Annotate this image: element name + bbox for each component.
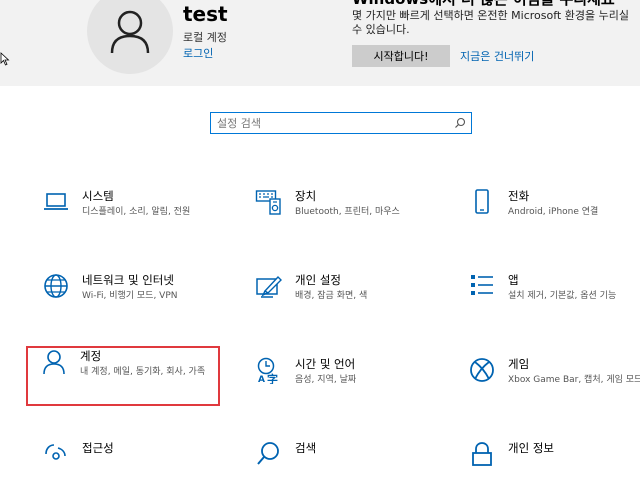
ease-of-access-icon xyxy=(45,444,66,460)
start-button[interactable]: 시작합니다! xyxy=(352,45,450,67)
person-icon xyxy=(110,10,150,54)
tile-phone[interactable]: 전화 Android, iPhone 연결 xyxy=(454,186,640,244)
person-icon xyxy=(43,350,65,375)
tile-title: 검색 xyxy=(295,441,317,455)
tile-title: 네트워크 및 인터넷 xyxy=(82,273,174,287)
personalization-icon xyxy=(256,275,282,298)
tile-privacy[interactable]: 개인 정보 xyxy=(454,438,640,496)
tile-title: 시스템 xyxy=(82,189,114,203)
tile-title: 접근성 xyxy=(82,441,114,455)
tile-title: 앱 xyxy=(508,273,519,287)
mouse-cursor-icon xyxy=(0,52,10,66)
skip-link[interactable]: 지금은 건너뛰기 xyxy=(460,48,534,64)
tile-time-language[interactable]: A 字 시간 및 언어 음성, 지역, 날짜 xyxy=(241,354,436,412)
tile-personalization[interactable]: 개인 설정 배경, 잠금 화면, 색 xyxy=(241,270,436,328)
signin-link[interactable]: 로그인 xyxy=(183,45,213,61)
laptop-icon xyxy=(44,193,68,210)
xbox-icon xyxy=(470,358,494,382)
svg-text:A: A xyxy=(258,375,265,384)
tile-search[interactable]: 검색 xyxy=(241,438,436,496)
phone-icon xyxy=(475,189,489,214)
tile-description: 디스플레이, 소리, 알림, 전원 xyxy=(82,207,191,217)
search-input[interactable] xyxy=(217,115,447,131)
tile-gaming[interactable]: 게임 Xbox Game Bar, 캡처, 게임 모드 xyxy=(454,354,640,412)
tile-description: Wi-Fi, 비행기 모드, VPN xyxy=(82,291,178,301)
search-icon[interactable] xyxy=(454,117,466,129)
tile-description: 음성, 지역, 날짜 xyxy=(295,375,357,385)
tile-description: 설치 제거, 기본값, 옵션 기능 xyxy=(508,291,617,301)
tile-system[interactable]: 시스템 디스플레이, 소리, 알림, 전원 xyxy=(28,186,223,244)
tile-title: 개인 설정 xyxy=(295,273,341,287)
globe-icon xyxy=(44,274,68,298)
time-language-icon: A 字 xyxy=(257,357,278,384)
lock-icon xyxy=(472,442,492,466)
apps-icon xyxy=(471,275,493,295)
tile-description: 배경, 잠금 화면, 색 xyxy=(295,291,368,301)
svg-text:字: 字 xyxy=(267,372,278,384)
tile-description: 내 계정, 메일, 동기화, 회사, 가족 xyxy=(80,367,206,377)
tile-accounts[interactable]: 계정 내 계정, 메일, 동기화, 회사, 가족 xyxy=(26,346,220,406)
promo-description: 몇 가지만 빠르게 선택하면 온전한 Microsoft 환경을 누리실 수 있… xyxy=(352,9,629,36)
tile-network[interactable]: 네트워크 및 인터넷 Wi-Fi, 비행기 모드, VPN xyxy=(28,270,223,328)
tile-title: 계정 xyxy=(80,349,102,363)
devices-icon xyxy=(255,190,281,215)
tile-title: 개인 정보 xyxy=(508,441,554,455)
account-type: 로컬 계정 xyxy=(183,31,227,44)
avatar xyxy=(87,0,173,74)
tile-title: 장치 xyxy=(295,189,317,203)
username: test xyxy=(183,2,228,26)
tile-title: 전화 xyxy=(508,189,530,203)
tile-description: Bluetooth, 프린터, 마우스 xyxy=(295,207,400,217)
tile-ease-of-access[interactable]: 접근성 xyxy=(28,438,223,496)
search-icon xyxy=(257,442,279,465)
tile-title: 게임 xyxy=(508,357,530,371)
tile-title: 시간 및 언어 xyxy=(295,357,356,371)
tile-apps[interactable]: 앱 설치 제거, 기본값, 옵션 기능 xyxy=(454,270,640,328)
tile-devices[interactable]: 장치 Bluetooth, 프린터, 마우스 xyxy=(241,186,436,244)
account-banner: test 로컬 계정 로그인 Windows에서 더 많은 이점을 누리세요 몇… xyxy=(0,0,640,86)
tile-description: Android, iPhone 연결 xyxy=(508,207,599,217)
tile-description: Xbox Game Bar, 캡처, 게임 모드 xyxy=(508,375,640,385)
settings-search-box[interactable] xyxy=(210,112,472,134)
promo-title: Windows에서 더 많은 이점을 누리세요 xyxy=(352,0,615,9)
